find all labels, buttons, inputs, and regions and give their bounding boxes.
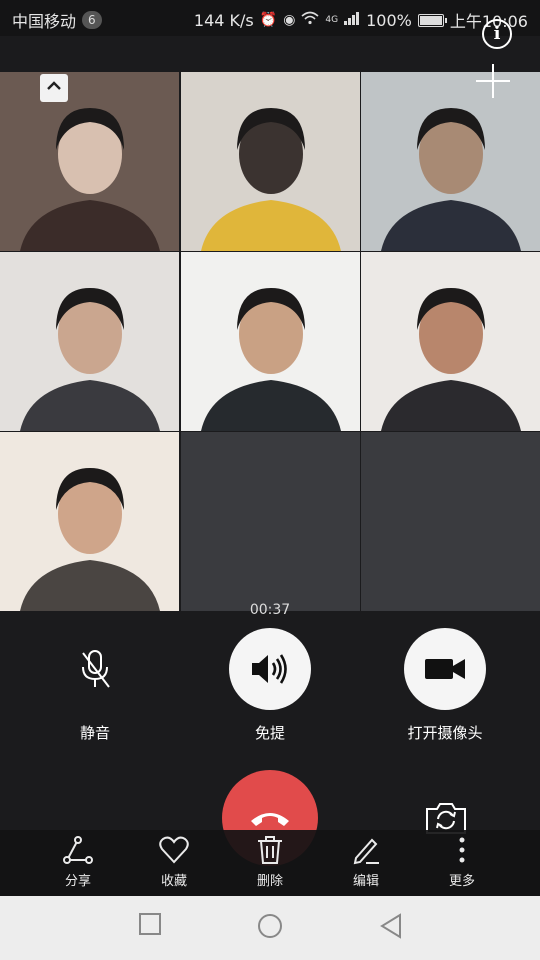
back-button[interactable]: [378, 912, 404, 944]
edit-action[interactable]: 编辑: [331, 834, 401, 889]
more-vertical-icon: [459, 837, 465, 863]
speaker-label: 免提: [254, 724, 285, 742]
camera-control[interactable]: 打开摄像头: [365, 628, 525, 743]
battery-percent: 100%: [366, 10, 412, 30]
notification-count-badge: 6: [82, 11, 102, 29]
call-timer: 00:37: [249, 602, 291, 618]
mute-button[interactable]: [54, 628, 136, 710]
battery-icon: [417, 13, 447, 27]
circle-icon: [258, 914, 282, 938]
mute-label: 静音: [79, 724, 110, 742]
square-icon: [139, 913, 161, 935]
action-bar: 分享 收藏 删除 编辑 更多: [0, 830, 540, 896]
share-label: 分享: [64, 874, 91, 889]
more-label: 更多: [448, 874, 475, 889]
participant-video-tile[interactable]: [0, 252, 179, 431]
participant-video-feed: [0, 432, 179, 611]
participant-video-feed: [180, 252, 360, 431]
participant-video-tile[interactable]: [0, 432, 179, 611]
participant-video-tile[interactable]: [180, 72, 360, 251]
speaker-control[interactable]: 免提: [190, 628, 350, 743]
home-button[interactable]: [256, 912, 284, 944]
pencil-icon: [353, 838, 379, 865]
camera-label: 打开摄像头: [407, 724, 483, 742]
participant-video-feed: [0, 72, 179, 251]
participant-video-feed: [361, 252, 540, 431]
participant-video-tile[interactable]: [180, 252, 360, 431]
delete-action[interactable]: 删除: [235, 834, 305, 889]
speaker-icon: [252, 654, 287, 684]
participant-video-feed: [361, 72, 540, 251]
delete-label: 删除: [256, 874, 283, 889]
participant-video-tile[interactable]: [361, 72, 540, 251]
participant-video-feed: [180, 72, 360, 251]
empty-video-tile: [180, 432, 360, 611]
favorite-label: 收藏: [160, 874, 187, 889]
triangle-back-icon: [380, 913, 401, 939]
alarm-icon: ⏰: [259, 12, 278, 28]
status-left: 中国移动 6: [12, 8, 102, 32]
network-type: 4G: [325, 15, 339, 25]
participant-video-feed: [0, 252, 179, 431]
camera-button[interactable]: [404, 628, 486, 710]
info-icon: i: [493, 23, 501, 44]
signal-icon: [344, 11, 360, 29]
phone-hangup-icon: [251, 813, 289, 826]
trash-icon: [258, 836, 282, 864]
speaker-button[interactable]: [229, 628, 311, 710]
heart-icon: [159, 836, 189, 864]
carrier-name: 中国移动: [12, 12, 77, 31]
status-right: 144 K/s ⏰ ◉ 4G 100% 上午10:06: [194, 8, 528, 32]
network-speed: 144 K/s: [193, 10, 254, 30]
participant-video-tile[interactable]: [361, 252, 540, 431]
recents-button[interactable]: [138, 912, 162, 940]
participant-video-tile[interactable]: [0, 72, 179, 251]
status-bar: 中国移动 6 144 K/s ⏰ ◉ 4G 100% 上午10:06: [0, 0, 540, 36]
collapse-button[interactable]: [40, 74, 68, 102]
wifi-icon: [301, 11, 319, 29]
empty-video-tile: [361, 432, 540, 611]
share-action[interactable]: 分享: [43, 834, 113, 889]
edit-label: 编辑: [352, 874, 379, 889]
add-participant-button[interactable]: [476, 64, 510, 98]
navigation-bar: [0, 896, 540, 960]
mute-control[interactable]: 静音: [15, 628, 175, 743]
eye-icon: ◉: [283, 12, 296, 28]
more-action[interactable]: 更多: [427, 834, 497, 889]
microphone-off-icon: [82, 650, 110, 688]
favorite-action[interactable]: 收藏: [139, 834, 209, 889]
video-camera-icon: [425, 659, 465, 679]
share-icon: [63, 836, 93, 864]
battery-fill: [419, 15, 442, 25]
info-button[interactable]: i: [482, 19, 512, 49]
video-grid: [0, 72, 540, 611]
chevron-up-icon: [47, 81, 61, 90]
